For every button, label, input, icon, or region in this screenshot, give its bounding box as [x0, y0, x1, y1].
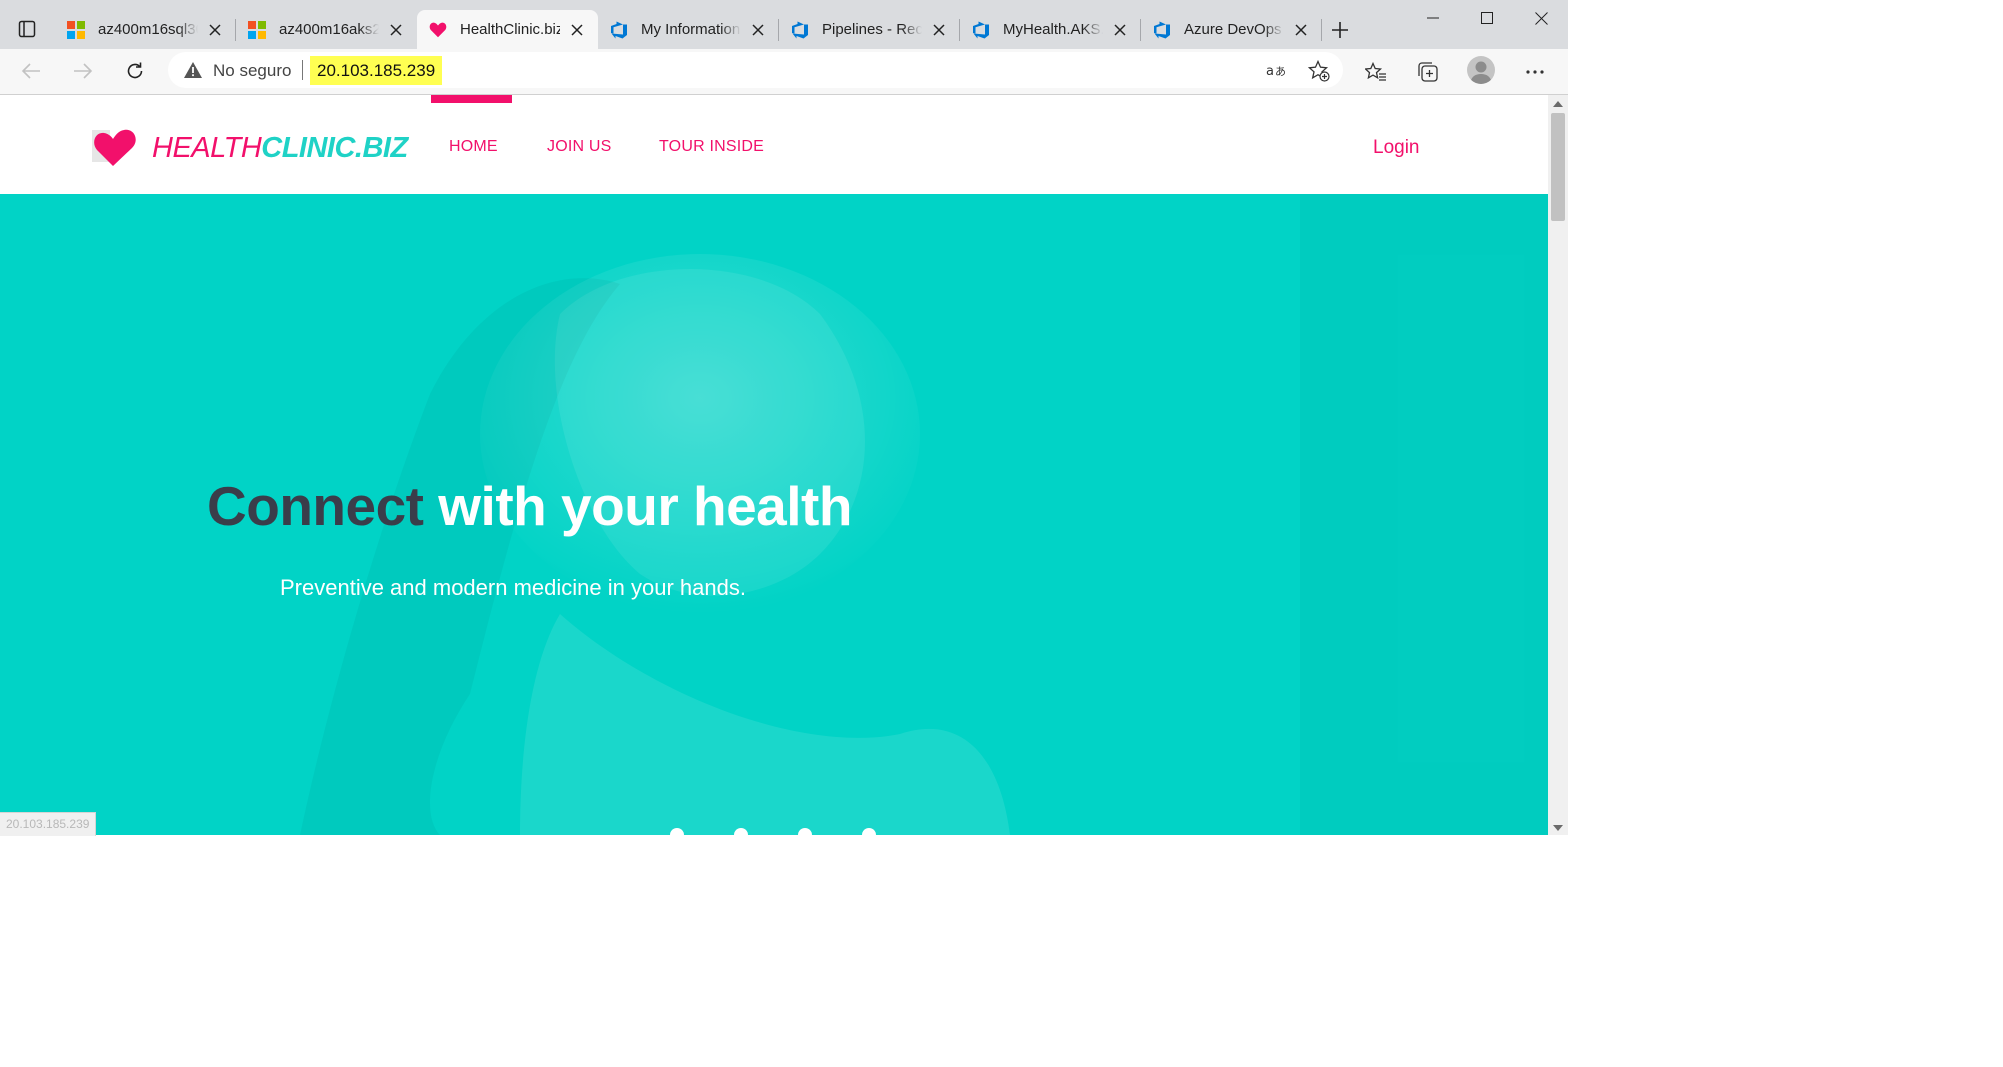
status-bar-url: 20.103.185.239 — [0, 812, 97, 836]
scroll-down-icon[interactable] — [1553, 825, 1563, 831]
heart-logo-icon — [92, 129, 136, 166]
hero-title-part1: Connect — [207, 475, 424, 537]
close-tab-icon[interactable] — [930, 21, 948, 39]
user-icon — [1470, 61, 1492, 84]
scroll-thumb[interactable] — [1551, 113, 1565, 221]
minimize-button[interactable] — [1406, 0, 1460, 36]
carousel-dot[interactable] — [670, 828, 684, 835]
close-tab-icon[interactable] — [387, 21, 405, 39]
plus-icon — [1332, 22, 1348, 38]
microsoft-icon — [67, 20, 85, 39]
browser-tab-active[interactable]: HealthClinic.biz — [417, 10, 598, 49]
tab-separator — [1321, 19, 1322, 41]
web-page: HEALTHCLINIC.BIZ HOME JOIN US TOUR INSID… — [0, 95, 1548, 835]
close-tab-icon[interactable] — [206, 21, 224, 39]
login-link[interactable]: Login — [1373, 137, 1420, 159]
close-tab-icon[interactable] — [568, 21, 586, 39]
favorites-icon — [1365, 62, 1386, 81]
tab-title: az400m16sql3000 — [98, 21, 198, 38]
browser-tab-strip: az400m16sql3000 az400m16aks2300 HealthCl… — [0, 0, 1568, 49]
svg-text:あ: あ — [1275, 65, 1286, 78]
tab-title: MyHealth.AKS.Release — [1003, 21, 1103, 38]
refresh-icon — [127, 62, 143, 79]
page-scrollbar[interactable] — [1548, 95, 1568, 835]
nav-join-us-link[interactable]: JOIN US — [547, 138, 612, 156]
site-header: HEALTHCLINIC.BIZ HOME JOIN US TOUR INSID… — [0, 95, 1548, 194]
tab-title: Pipelines - Recent — [822, 21, 922, 38]
azure-devops-icon — [972, 21, 990, 39]
close-window-button[interactable] — [1514, 0, 1568, 36]
tab-title: Azure DevOps Demo — [1184, 21, 1284, 38]
site-logo[interactable]: HEALTHCLINIC.BIZ — [92, 128, 408, 168]
refresh-button[interactable] — [120, 57, 150, 85]
carousel-dot[interactable] — [734, 828, 748, 835]
tab-list: az400m16sql3000 az400m16aks2300 HealthCl… — [55, 10, 1322, 49]
browser-toolbar: No seguro 20.103.185.239 aあ — [0, 49, 1568, 95]
hero-title: Connect with your health — [207, 474, 852, 538]
active-nav-indicator — [431, 95, 512, 103]
back-button[interactable] — [16, 57, 46, 85]
address-bar[interactable]: No seguro 20.103.185.239 aあ — [168, 52, 1343, 88]
nav-tour-inside-link[interactable]: TOUR INSIDE — [659, 138, 764, 156]
azure-devops-icon — [791, 21, 809, 39]
browser-tab[interactable]: az400m16aks2300 — [236, 10, 417, 49]
close-icon — [1534, 11, 1548, 25]
forward-button[interactable] — [68, 57, 98, 85]
more-icon — [1526, 70, 1544, 74]
hero-title-part2: with your health — [438, 475, 852, 537]
svg-text:a: a — [1266, 64, 1274, 79]
azure-devops-icon — [610, 21, 628, 39]
arrow-right-icon — [74, 63, 93, 79]
add-favorite-icon[interactable] — [1307, 59, 1330, 87]
azure-devops-icon — [1153, 21, 1171, 39]
translate-icon[interactable]: aあ — [1265, 60, 1287, 85]
microsoft-icon — [248, 20, 266, 39]
minimize-icon — [1427, 17, 1439, 19]
maximize-icon — [1481, 12, 1493, 24]
profile-avatar[interactable] — [1467, 56, 1495, 84]
url-text[interactable]: 20.103.185.239 — [310, 56, 443, 85]
carousel-dot[interactable] — [862, 828, 876, 835]
browser-tab[interactable]: Azure DevOps Demo — [1141, 10, 1322, 49]
browser-tab[interactable]: az400m16sql3000 — [55, 10, 236, 49]
hero-banner: Connect with your health Preventive and … — [0, 194, 1548, 835]
browser-tab[interactable]: Pipelines - Recent — [779, 10, 960, 49]
window-controls — [1406, 0, 1568, 36]
maximize-button[interactable] — [1460, 0, 1514, 36]
warning-icon[interactable] — [183, 61, 203, 84]
logo-text-health: HEALTH — [152, 131, 262, 164]
settings-menu-button[interactable] — [1521, 58, 1549, 86]
close-tab-icon[interactable] — [1111, 21, 1129, 39]
collections-button[interactable] — [1414, 58, 1442, 86]
address-divider — [302, 60, 303, 80]
browser-tab[interactable]: My Information — [598, 10, 779, 49]
security-label[interactable]: No seguro — [213, 61, 291, 81]
nav-home-link[interactable]: HOME — [449, 138, 498, 156]
new-tab-button[interactable] — [1326, 16, 1354, 44]
close-tab-icon[interactable] — [1292, 21, 1310, 39]
carousel-dot[interactable] — [798, 828, 812, 835]
arrow-left-icon — [21, 63, 40, 79]
collections-icon — [1418, 62, 1438, 82]
heart-icon — [429, 21, 447, 39]
close-tab-icon[interactable] — [749, 21, 767, 39]
tab-actions-button[interactable] — [10, 14, 44, 44]
scroll-up-icon[interactable] — [1553, 101, 1563, 107]
favorites-button[interactable] — [1362, 58, 1390, 86]
tab-title: HealthClinic.biz — [460, 21, 560, 38]
hero-subtitle: Preventive and modern medicine in your h… — [280, 575, 746, 600]
tab-actions-icon — [18, 20, 36, 38]
tab-title: az400m16aks2300 — [279, 21, 379, 38]
logo-text-clinic: CLINIC.BIZ — [261, 131, 408, 164]
carousel-indicators — [670, 828, 876, 835]
browser-tab[interactable]: MyHealth.AKS.Release — [960, 10, 1141, 49]
logo-wordmark: HEALTHCLINIC.BIZ — [152, 132, 408, 165]
tab-title: My Information — [641, 21, 741, 38]
